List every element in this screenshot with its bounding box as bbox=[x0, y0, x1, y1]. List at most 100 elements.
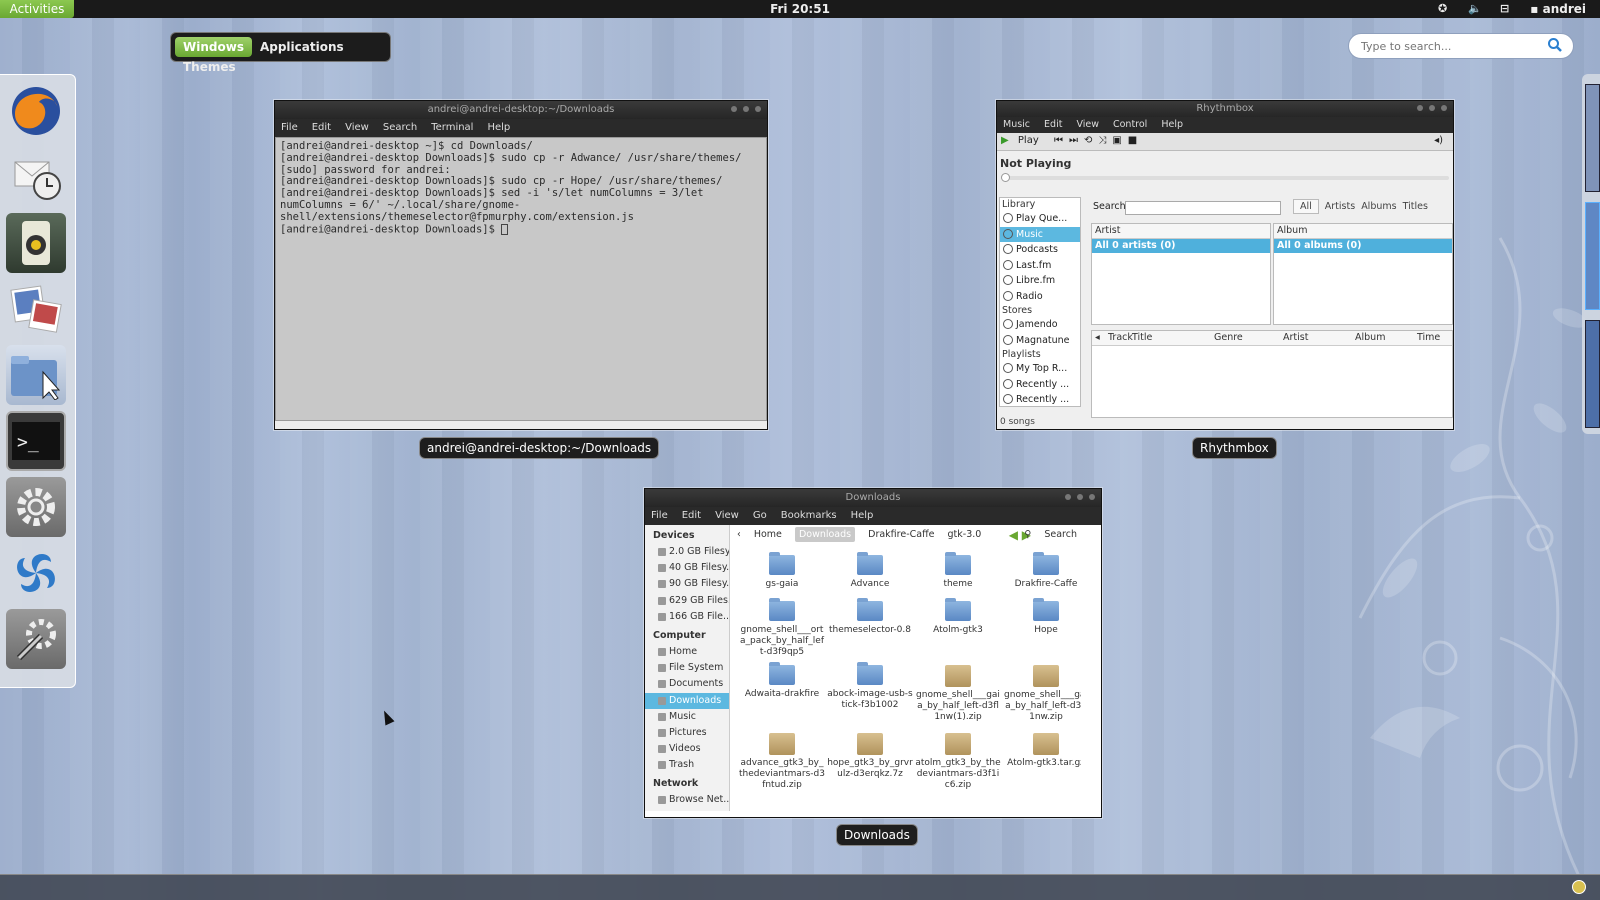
folder-item[interactable]: theme bbox=[915, 552, 1001, 590]
network-icon[interactable]: ⊟ bbox=[1500, 2, 1509, 15]
menu-view[interactable]: View bbox=[345, 122, 369, 133]
lock-icon[interactable]: ▣ bbox=[1112, 135, 1121, 146]
rhythmbox-search-input[interactable] bbox=[1125, 201, 1281, 215]
sidebar-item-playlist[interactable]: Recently ... bbox=[1000, 392, 1080, 408]
firefox-icon[interactable] bbox=[6, 81, 66, 141]
folder-item[interactable]: gnome_shell___orta_pack_by_half_left-d3f… bbox=[739, 598, 825, 658]
menu-terminal[interactable]: Terminal bbox=[431, 122, 473, 133]
sidebar-item-browse-network[interactable]: Browse Net... bbox=[645, 792, 729, 808]
visualizer-icon[interactable]: ■ bbox=[1128, 135, 1137, 146]
sidebar-item-device[interactable]: 90 GB Filesy... bbox=[645, 576, 729, 592]
settings-icon[interactable] bbox=[6, 477, 66, 537]
sidebar-item-radio[interactable]: Radio bbox=[1000, 289, 1080, 305]
filter-all[interactable]: All bbox=[1293, 199, 1319, 214]
workspace-thumb[interactable] bbox=[1585, 320, 1600, 428]
terminal-icon[interactable]: >_ bbox=[6, 411, 66, 471]
col-title[interactable]: Title bbox=[1132, 331, 1152, 345]
window-controls[interactable] bbox=[1411, 101, 1447, 117]
sidebar-item-playlist[interactable]: Recently ... bbox=[1000, 377, 1080, 393]
menu-view[interactable]: View bbox=[1076, 119, 1099, 130]
evolution-icon[interactable] bbox=[6, 147, 66, 207]
tab-themes[interactable]: Themes bbox=[175, 57, 244, 77]
sidebar-item-lastfm[interactable]: Last.fm bbox=[1000, 258, 1080, 274]
shotwell-icon[interactable] bbox=[6, 279, 66, 339]
window-controls[interactable] bbox=[725, 101, 761, 119]
tweak-tool-icon[interactable] bbox=[6, 609, 66, 669]
workspace-thumb[interactable] bbox=[1585, 202, 1600, 310]
album-pane[interactable]: Album All 0 albums (0) bbox=[1273, 223, 1453, 325]
previous-icon[interactable]: ⏮ bbox=[1054, 135, 1063, 146]
folder-item[interactable]: Drakfire-Caffe bbox=[1003, 552, 1081, 590]
file-item[interactable]: Atolm-gtk3.tar.gz bbox=[1003, 733, 1081, 769]
menu-edit[interactable]: Edit bbox=[1044, 119, 1062, 130]
menu-file[interactable]: File bbox=[651, 510, 668, 521]
rhythmbox-icon[interactable] bbox=[6, 213, 66, 273]
files-titlebar[interactable]: Downloads bbox=[645, 489, 1101, 507]
col-album[interactable]: Album bbox=[1355, 331, 1385, 345]
terminal-titlebar[interactable]: andrei@andrei-desktop:~/Downloads bbox=[275, 101, 767, 119]
menu-go[interactable]: Go bbox=[753, 510, 767, 521]
seek-handle[interactable] bbox=[1001, 173, 1010, 182]
folder-item[interactable]: abock-image-usb-stick-f3b1002 bbox=[827, 662, 913, 711]
sidebar-item-trash[interactable]: Trash bbox=[645, 757, 729, 773]
file-item[interactable]: gnome_shell___gaia_by_half_left-d3fl1nw(… bbox=[915, 665, 1001, 723]
menu-file[interactable]: File bbox=[281, 122, 298, 133]
folder-item[interactable]: Atolm-gtk3 bbox=[915, 598, 1001, 636]
rhythmbox-window[interactable]: Rhythmbox Music Edit View Control Help ▶ Pla… bbox=[996, 100, 1454, 430]
sidebar-item-magnatune[interactable]: Magnatune bbox=[1000, 333, 1080, 349]
sidebar-item-playlist[interactable]: My Top R... bbox=[1000, 361, 1080, 377]
path-home[interactable]: Home bbox=[754, 529, 782, 540]
user-menu[interactable]: ▪ andrei bbox=[1530, 2, 1586, 16]
sidebar-item-device[interactable]: 40 GB Filesy... bbox=[645, 560, 729, 576]
filter-artists[interactable]: Artists bbox=[1325, 201, 1355, 212]
track-list[interactable]: ◂ Track Title Genre Artist Album Time bbox=[1091, 330, 1453, 418]
col-time[interactable]: Time bbox=[1417, 331, 1440, 345]
sidebar-item-jamendo[interactable]: Jamendo bbox=[1000, 317, 1080, 333]
seek-slider[interactable] bbox=[1001, 173, 1449, 182]
workspace-switcher[interactable] bbox=[1582, 74, 1600, 434]
activities-button[interactable]: Activities bbox=[0, 0, 74, 18]
menu-control[interactable]: Control bbox=[1113, 119, 1147, 130]
folder-item[interactable]: Adwaita-drakfire bbox=[739, 662, 825, 700]
menu-search[interactable]: Search bbox=[383, 122, 417, 133]
files-window-caption[interactable]: Downloads bbox=[836, 824, 918, 846]
sidebar-item-podcasts[interactable]: Podcasts bbox=[1000, 242, 1080, 258]
album-header[interactable]: Album bbox=[1274, 224, 1452, 239]
sidebar-item-device[interactable]: 629 GB Files... bbox=[645, 593, 729, 609]
sidebar-item-videos[interactable]: Videos bbox=[645, 741, 729, 757]
menu-help[interactable]: Help bbox=[1161, 119, 1183, 130]
path-drakfire[interactable]: Drakfire-Caffe bbox=[868, 529, 934, 540]
search-input[interactable] bbox=[1361, 34, 1539, 58]
search-icon[interactable] bbox=[1547, 37, 1563, 53]
workspace-thumb[interactable] bbox=[1585, 84, 1600, 192]
menu-bookmarks[interactable]: Bookmarks bbox=[781, 510, 837, 521]
sidebar-item-pictures[interactable]: Pictures bbox=[645, 725, 729, 741]
menu-view[interactable]: View bbox=[715, 510, 739, 521]
file-item[interactable]: gnome_shell___gaia_by_half_left-d3fl1nw.… bbox=[1003, 665, 1081, 723]
sidebar-item-music[interactable]: Music bbox=[645, 709, 729, 725]
repeat-icon[interactable]: ⟲ bbox=[1084, 135, 1092, 146]
empathy-icon[interactable] bbox=[6, 543, 66, 603]
menu-edit[interactable]: Edit bbox=[682, 510, 701, 521]
menu-music[interactable]: Music bbox=[1003, 119, 1030, 130]
accessibility-icon[interactable]: ✪ bbox=[1438, 2, 1447, 15]
shuffle-icon[interactable]: ⤨ bbox=[1098, 135, 1106, 146]
sidebar-item-music[interactable]: Music bbox=[1000, 226, 1080, 242]
artist-pane[interactable]: Artist All 0 artists (0) bbox=[1091, 223, 1271, 325]
window-controls[interactable] bbox=[1059, 489, 1095, 507]
folder-item[interactable]: Advance bbox=[827, 552, 913, 590]
volume-icon[interactable]: ◂) bbox=[1434, 135, 1443, 146]
path-back-icon[interactable]: ‹ bbox=[737, 529, 741, 540]
menu-help[interactable]: Help bbox=[487, 122, 510, 133]
file-item[interactable]: advance_gtk3_by_thedeviantmars-d3fntud.z… bbox=[739, 733, 825, 791]
rhythmbox-titlebar[interactable]: Rhythmbox bbox=[997, 101, 1453, 117]
tab-applications[interactable]: Applications bbox=[252, 37, 352, 57]
folder-item[interactable]: themeselector-0.8 bbox=[827, 598, 913, 636]
notification-icon[interactable] bbox=[1572, 880, 1586, 894]
col-genre[interactable]: Genre bbox=[1214, 331, 1243, 345]
play-button[interactable]: ▶ Play bbox=[1001, 135, 1045, 146]
folder-item[interactable]: Hope bbox=[1003, 598, 1081, 636]
filter-albums[interactable]: Albums bbox=[1361, 201, 1396, 212]
volume-icon[interactable]: 🔈 bbox=[1468, 2, 1482, 15]
tab-windows[interactable]: Windows bbox=[175, 37, 252, 57]
